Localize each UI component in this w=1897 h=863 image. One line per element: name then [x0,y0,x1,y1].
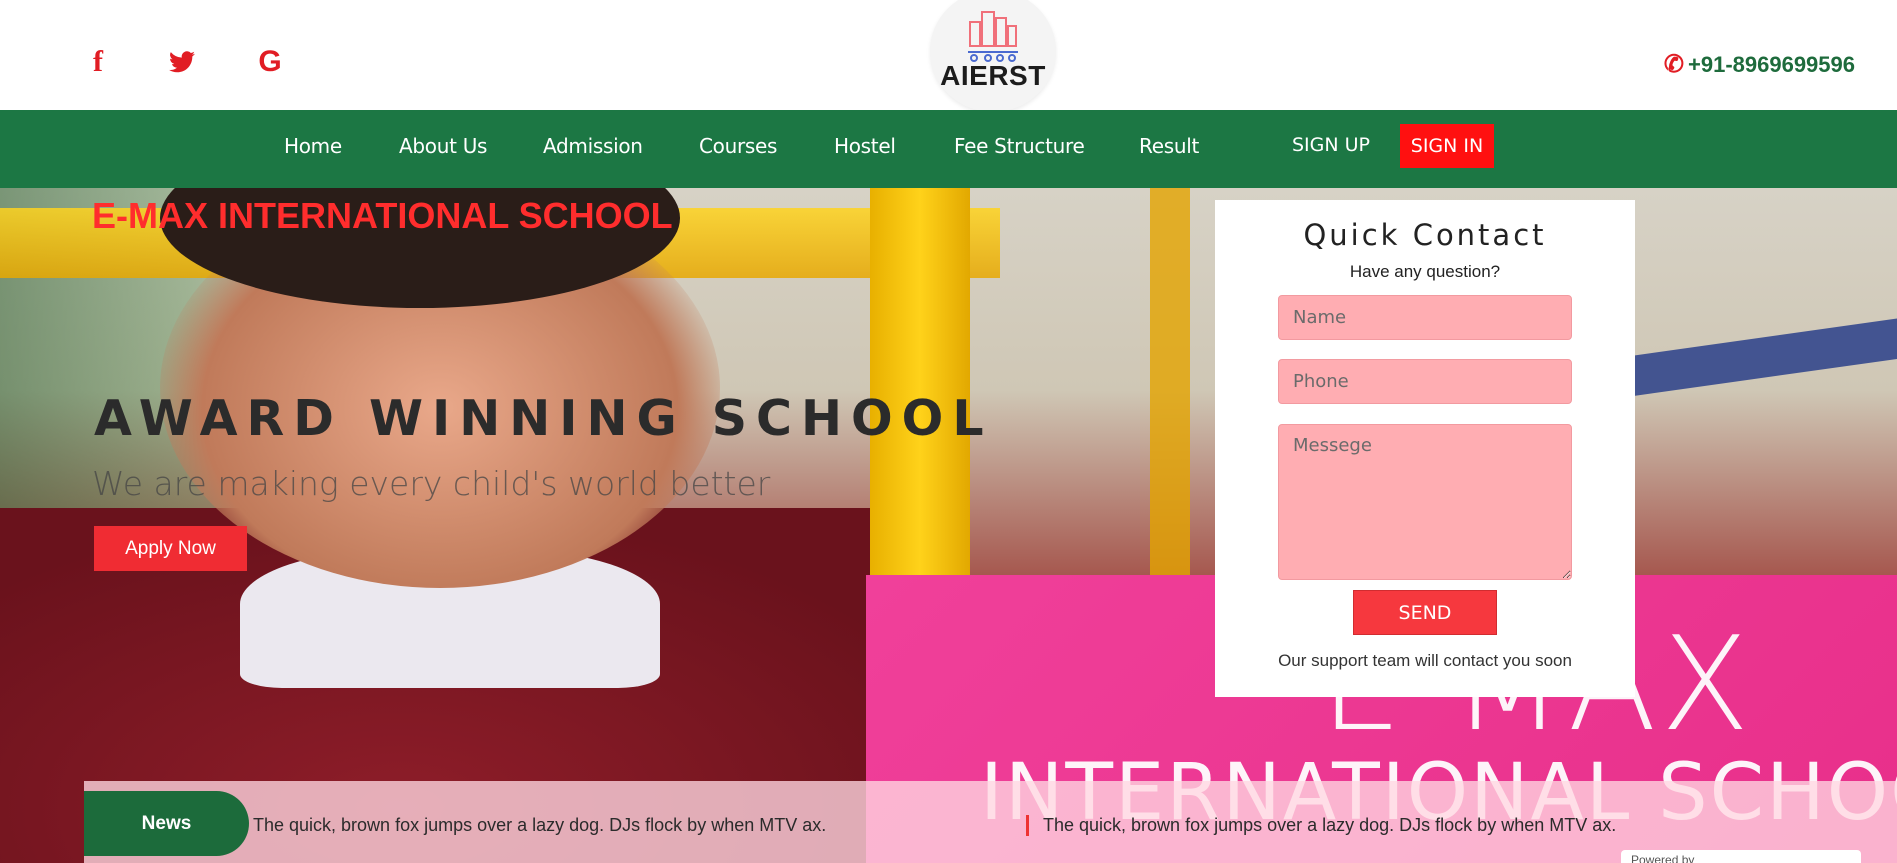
news-item[interactable]: The quick, brown fox jumps over a lazy d… [1026,815,1616,836]
main-nav: Home About Us Admission Courses Hostel F… [0,110,1897,188]
top-bar: f G AIERST ✆ +91-8969699596 [0,0,1897,112]
google-icon[interactable]: G [250,42,290,82]
phone-number[interactable]: ✆ +91-8969699596 [1664,50,1855,79]
signup-link[interactable]: SIGN UP [1292,134,1370,156]
nav-admission[interactable]: Admission [543,134,643,158]
quick-contact-note: Our support team will contact you soon [1278,651,1572,670]
school-name: E-MAX INTERNATIONAL SCHOOL [92,195,673,236]
powered-by-badge[interactable]: Powered by [1621,850,1861,863]
nav-home[interactable]: Home [284,134,342,158]
signin-button[interactable]: SIGN IN [1400,124,1494,168]
phone-number-text: +91-8969699596 [1688,52,1855,77]
nav-fee-structure[interactable]: Fee Structure [954,134,1085,158]
hero-tagline: We are making every child's world better [92,464,771,503]
hero-headline: AWARD WINNING SCHOOL [94,390,993,447]
playground-pipe [1598,315,1897,401]
twitter-icon[interactable] [162,42,202,82]
nav-courses[interactable]: Courses [699,134,777,158]
nav-result[interactable]: Result [1139,134,1199,158]
quick-contact-title: Quick Contact [1303,218,1547,252]
name-input[interactable] [1278,295,1572,340]
quick-contact-subtitle: Have any question? [1349,262,1501,281]
quick-contact-form: Quick Contact Have any question? SEND Ou… [1215,200,1635,697]
site-logo[interactable]: AIERST [930,0,1056,112]
facebook-icon[interactable]: f [78,42,118,82]
news-item[interactable]: The quick, brown fox jumps over a lazy d… [253,815,826,836]
apply-now-button[interactable]: Apply Now [94,526,247,571]
news-label: News [84,791,249,856]
playground-pole-2 [1150,188,1190,588]
nav-hostel[interactable]: Hostel [834,134,896,158]
logo-text: AIERST [940,60,1046,91]
city-logo-icon [968,11,1018,62]
send-button[interactable]: SEND [1353,590,1497,635]
phone-input[interactable] [1278,359,1572,404]
phone-icon: ✆ [1663,51,1684,78]
message-textarea[interactable] [1278,424,1572,580]
nav-about-us[interactable]: About Us [399,134,487,158]
